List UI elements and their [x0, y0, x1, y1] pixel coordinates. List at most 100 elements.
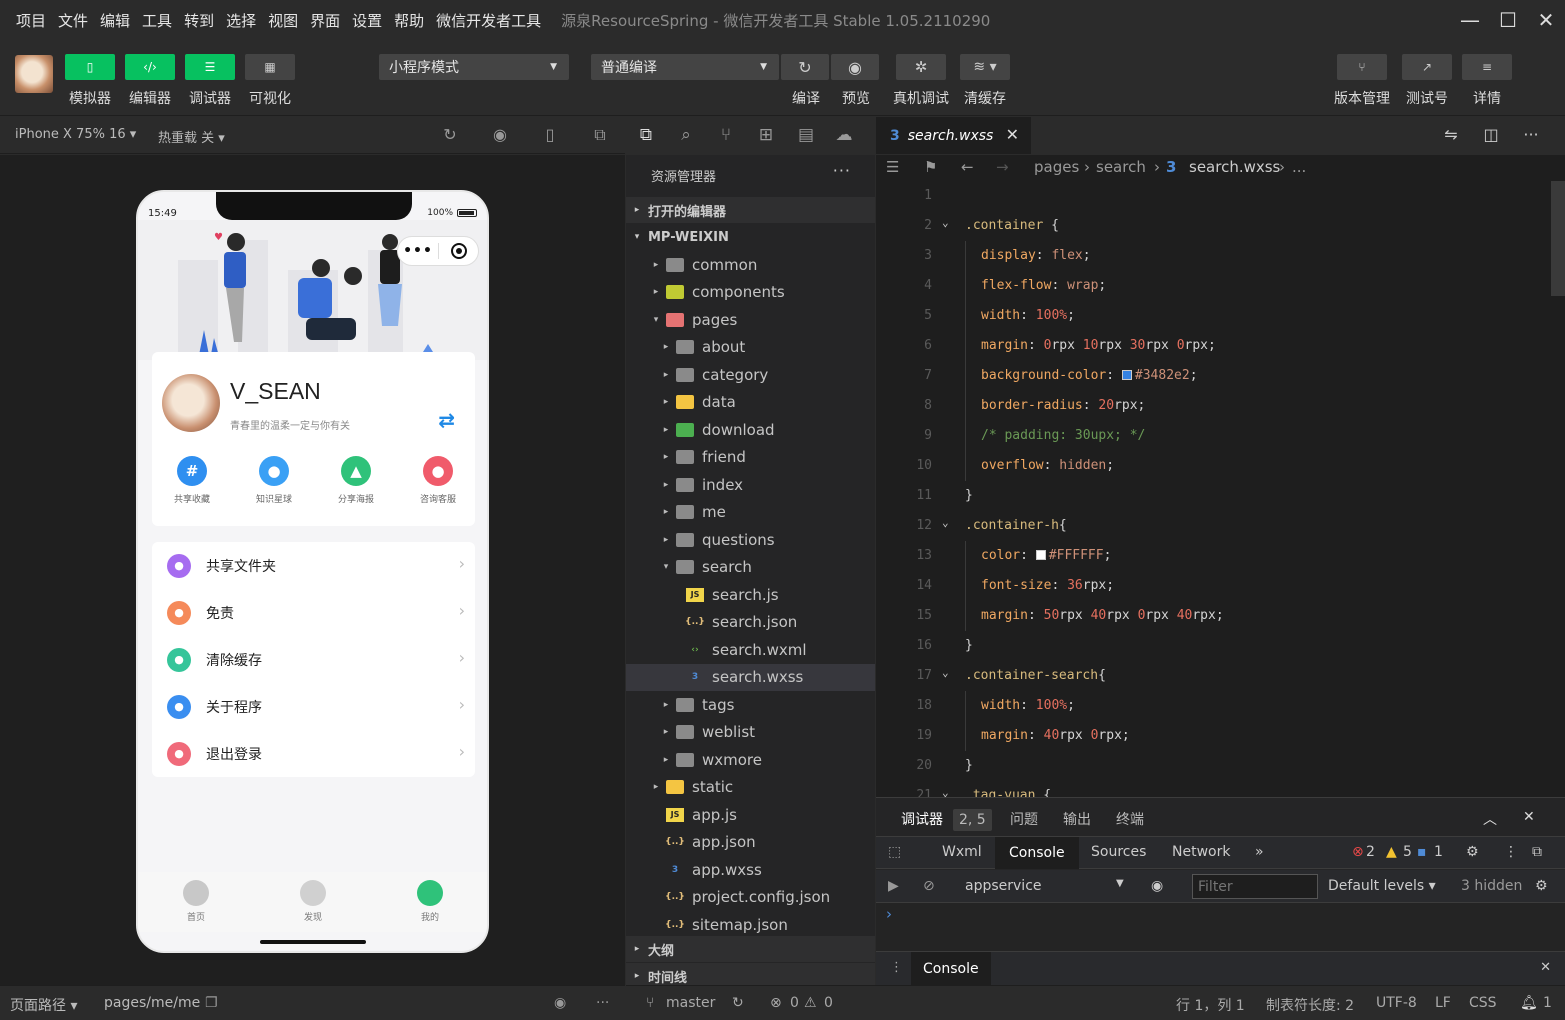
profile-avatar[interactable] [162, 374, 220, 432]
warning-count[interactable]: 5 [1403, 844, 1412, 860]
close-icon[interactable]: ✕ [1540, 960, 1551, 975]
breadcrumb-search[interactable]: search [1096, 158, 1146, 176]
debugger-tab[interactable]: 调试器 [901, 809, 943, 829]
preview-button[interactable]: ◉ [831, 54, 879, 80]
tree-folder[interactable]: ▸ questions [626, 526, 875, 553]
refresh-icon[interactable]: ↻ [441, 126, 459, 144]
split-editor-icon[interactable]: ◫ [1482, 126, 1500, 144]
real-debug-button[interactable]: ✲ [896, 54, 946, 80]
tree-folder[interactable]: ▸ common [626, 251, 875, 278]
issues-tab[interactable]: 问题 [1010, 809, 1038, 829]
menu-item[interactable]: 设置 [346, 10, 388, 31]
list-icon[interactable]: ☰ [886, 158, 899, 176]
tab-item[interactable]: 我的 [400, 880, 460, 923]
tree-folder[interactable]: ▸ static [626, 774, 875, 801]
code-editor[interactable]: 1 2 ⌄ .container {3 display: flex; 4 flex-flow… [876, 181, 1565, 797]
eye-icon[interactable]: ◉ [554, 995, 566, 1011]
tab-wxml[interactable]: Wxml [942, 844, 982, 860]
tree-folder[interactable]: ▸ download [626, 416, 875, 443]
terminal-tab[interactable]: 终端 [1116, 809, 1144, 829]
status-warning-count[interactable]: 0 [824, 995, 833, 1011]
more-icon[interactable]: ••• [398, 243, 438, 259]
sync-icon[interactable]: ↻ [732, 995, 744, 1011]
menu-item[interactable]: 工具 [136, 10, 178, 31]
quick-action[interactable]: ● 知识星球 [244, 456, 304, 505]
bell-icon[interactable]: 🔔︎ [1520, 995, 1538, 1011]
fold-chevron-icon[interactable]: ⌄ [942, 516, 949, 529]
menu-item[interactable]: 界面 [304, 10, 346, 31]
source-control-icon[interactable]: ⑂ [716, 125, 736, 145]
minimize-icon[interactable]: — [1451, 0, 1489, 40]
menu-item[interactable]: 选择 [220, 10, 262, 31]
tab-console[interactable]: Console [995, 837, 1079, 869]
clear-cache-button[interactable]: ≋ ▾ [960, 54, 1010, 80]
tree-file[interactable]: JS app.js [626, 801, 875, 828]
tree-folder[interactable]: ▸ wxmore [626, 746, 875, 773]
tree-folder[interactable]: ▸ category [626, 361, 875, 388]
close-icon[interactable]: ✕ [1006, 125, 1019, 144]
tree-file[interactable]: {..} sitemap.json [626, 911, 875, 938]
menu-list-item[interactable]: ● 关于程序 › [152, 683, 475, 730]
hot-reload-select[interactable]: 热重载 关 ▾ [158, 127, 225, 146]
tree-file[interactable]: {..} search.json [626, 609, 875, 636]
menu-item[interactable]: 微信开发者工具 [430, 10, 547, 31]
error-count[interactable]: 2 [1366, 844, 1375, 860]
console-filter-input[interactable] [1192, 874, 1318, 899]
test-id-button[interactable]: ↗ [1402, 54, 1452, 80]
tree-file[interactable]: {..} project.config.json [626, 884, 875, 911]
search-icon[interactable]: ⌕ [676, 125, 696, 145]
tree-folder[interactable]: ▸ friend [626, 444, 875, 471]
menu-list-item[interactable]: ● 免责 › [152, 589, 475, 636]
quick-action[interactable]: ● 咨询客服 [408, 456, 468, 505]
console-output[interactable]: › [876, 903, 1565, 951]
tab-item[interactable]: 首页 [166, 880, 226, 923]
more-icon[interactable]: ··· [596, 995, 609, 1011]
tree-folder[interactable]: ▸ index [626, 471, 875, 498]
chevron-up-icon[interactable]: ︿ [1483, 809, 1497, 829]
line-ending[interactable]: LF [1435, 995, 1451, 1011]
breadcrumb-more[interactable]: ... [1292, 158, 1306, 176]
kebab-icon[interactable]: ⋮ [890, 960, 903, 975]
menu-list-item[interactable]: ● 共享文件夹 › [152, 542, 475, 589]
back-icon[interactable]: ← [961, 158, 974, 176]
tree-file[interactable]: JS search.js [626, 581, 875, 608]
menu-item[interactable]: 编辑 [94, 10, 136, 31]
kebab-icon[interactable]: ⋮ [1504, 844, 1518, 860]
tree-folder[interactable]: ▾ pages [626, 306, 875, 333]
outline-section[interactable]: ▸ 大纲 [626, 936, 875, 962]
menu-list-item[interactable]: ● 退出登录 › [152, 730, 475, 777]
tree-folder[interactable]: ▸ tags [626, 691, 875, 718]
tree-folder[interactable]: ▾ search [626, 554, 875, 581]
version-button[interactable]: ⑂ [1337, 54, 1387, 80]
breadcrumb-file[interactable]: search.wxss [1189, 158, 1280, 176]
editor-tab-active[interactable]: 3 search.wxss ✕ [876, 117, 1031, 154]
output-tab[interactable]: 输出 [1063, 809, 1091, 829]
language-mode[interactable]: CSS [1469, 995, 1497, 1011]
editor-scrollbar[interactable] [1551, 181, 1565, 296]
extensions-icon[interactable]: ⊞ [756, 125, 776, 145]
visual-button[interactable]: ▦ [245, 54, 295, 80]
menu-list-item[interactable]: ● 清除缓存 › [152, 636, 475, 683]
storage-icon[interactable]: ▤ [796, 125, 816, 145]
compare-icon[interactable]: ⇋ [1442, 126, 1460, 144]
color-swatch[interactable] [1121, 370, 1132, 380]
inspect-icon[interactable]: ⬚ [888, 844, 901, 860]
eye-icon[interactable]: ◉ [1151, 878, 1163, 894]
cursor-position[interactable]: 行 1，列 1 [1176, 995, 1245, 1015]
tree-file[interactable]: {..} app.json [626, 829, 875, 856]
project-section[interactable]: ▾ MP-WEIXIN [626, 224, 875, 250]
open-editors-section[interactable]: ▸ 打开的编辑器 [626, 197, 875, 223]
tree-folder[interactable]: ▸ weblist [626, 719, 875, 746]
debugger-button[interactable]: ☰ [185, 54, 235, 80]
menu-item[interactable]: 转到 [178, 10, 220, 31]
device-select[interactable]: iPhone X 75% 16 ▾ [15, 127, 136, 142]
context-select[interactable]: appservice [965, 878, 1042, 894]
drawer-console-tab[interactable]: Console [911, 952, 991, 986]
tree-folder[interactable]: ▸ me [626, 499, 875, 526]
timeline-section[interactable]: ▸ 时间线 [626, 963, 875, 985]
quick-action[interactable]: # 共享收藏 [162, 456, 222, 505]
encoding[interactable]: UTF-8 [1376, 995, 1417, 1011]
mode-select[interactable]: 小程序模式 ▼ [379, 54, 569, 80]
forward-icon[interactable]: → [996, 158, 1009, 176]
compile-button[interactable]: ↻ [781, 54, 829, 80]
